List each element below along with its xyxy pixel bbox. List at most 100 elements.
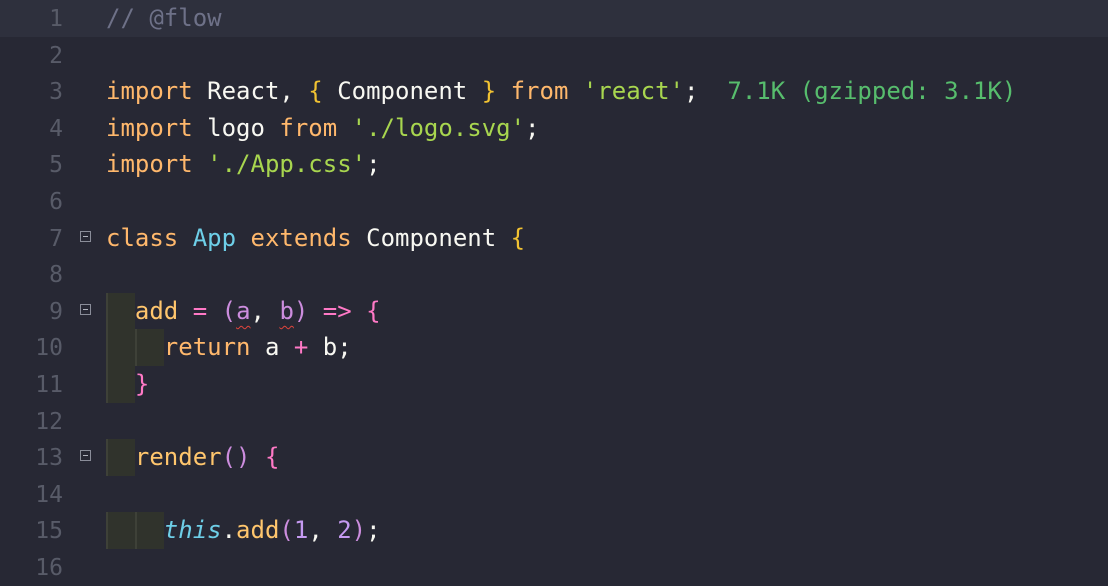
code-token: { xyxy=(264,443,280,472)
code-token: from xyxy=(279,113,338,142)
code-token: class xyxy=(106,223,179,252)
line-number: 7 xyxy=(49,225,63,252)
lint-warning-token: b xyxy=(279,296,294,325)
code-token: ) xyxy=(351,516,367,545)
code-line[interactable]: 11 } xyxy=(0,366,1108,403)
fold-toggle-icon[interactable] xyxy=(80,230,91,242)
code-token: from xyxy=(510,77,569,106)
code-token: this xyxy=(163,516,222,545)
code-text[interactable]: return a + b; xyxy=(106,331,352,364)
code-token: , xyxy=(250,296,280,325)
line-number: 8 xyxy=(49,262,63,289)
code-token: ; xyxy=(366,516,381,545)
code-token: 1 xyxy=(293,516,309,545)
fold-toggle-icon[interactable] xyxy=(80,303,91,315)
code-token: + xyxy=(293,333,309,362)
code-editor[interactable]: 1 // @flow 2 3 import React, { Component } f… xyxy=(0,0,1108,586)
code-token: { xyxy=(308,77,323,106)
code-line[interactable]: 9 add = (a, b) => { xyxy=(0,292,1108,330)
line-number: 9 xyxy=(49,298,63,325)
code-token: Component xyxy=(322,77,482,106)
code-token: add xyxy=(236,516,280,545)
code-token: 7.1K (gzipped: 3.1K) xyxy=(727,77,1017,106)
code-line[interactable]: 15 this.add(1, 2); xyxy=(0,512,1108,550)
code-token: ( xyxy=(221,296,237,325)
code-token: ; xyxy=(366,150,381,179)
code-token: render xyxy=(134,443,222,472)
code-line[interactable]: 4 import logo from './logo.svg'; xyxy=(0,110,1108,147)
code-line[interactable]: 12 xyxy=(0,403,1108,440)
code-token: 'react' xyxy=(582,77,685,106)
code-token: logo xyxy=(192,113,280,142)
code-token: } xyxy=(134,370,150,398)
code-text[interactable]: } xyxy=(106,368,149,401)
code-token: ) xyxy=(293,296,309,325)
line-number: 11 xyxy=(35,372,63,398)
line-number: 14 xyxy=(35,481,63,508)
code-token: App xyxy=(192,223,237,252)
line-number: 3 xyxy=(49,79,63,106)
code-token: , xyxy=(308,516,338,545)
code-token: . xyxy=(221,516,237,545)
line-number: 10 xyxy=(35,335,63,362)
code-token: ; xyxy=(684,77,728,106)
code-text[interactable]: this.add(1, 2); xyxy=(106,514,381,547)
line-number: 2 xyxy=(49,42,63,69)
fold-toggle-icon[interactable] xyxy=(80,450,91,462)
line-number: 15 xyxy=(35,518,63,545)
code-text[interactable]: class App extends Component { xyxy=(106,222,525,255)
code-line[interactable]: 6 xyxy=(0,183,1108,220)
code-line[interactable]: 5 import './App.css'; xyxy=(0,146,1108,183)
code-line[interactable]: 2 xyxy=(0,37,1108,74)
line-number: 16 xyxy=(35,555,63,581)
code-token: a xyxy=(250,333,294,362)
line-number: 1 xyxy=(49,6,63,32)
code-line[interactable]: 3 import React, { Component } from 'react… xyxy=(0,73,1108,110)
code-token: import xyxy=(106,113,193,142)
code-text[interactable]: import logo from './logo.svg'; xyxy=(106,112,540,145)
code-text[interactable]: import './App.css'; xyxy=(106,148,381,181)
code-token: extends xyxy=(250,223,352,252)
code-line[interactable]: 7 class App extends Component { xyxy=(0,220,1108,257)
line-number: 4 xyxy=(49,115,63,142)
code-line[interactable]: 10 return a + b; xyxy=(0,329,1108,367)
lint-warning-token: a xyxy=(236,296,251,325)
line-number: 12 xyxy=(35,408,63,435)
code-token: => xyxy=(308,296,367,325)
code-token: b; xyxy=(308,333,352,362)
code-token: add xyxy=(134,296,179,325)
code-token: './App.css' xyxy=(207,150,367,179)
line-number: 13 xyxy=(35,445,63,472)
code-text[interactable]: // @flow xyxy=(106,2,222,35)
code-token: Component xyxy=(351,223,511,252)
code-line[interactable]: 1 // @flow xyxy=(0,0,1108,37)
code-text[interactable]: import React, { Component } from 'react'… xyxy=(106,75,1016,108)
code-token: { xyxy=(510,223,526,252)
code-token: // @flow xyxy=(106,4,222,32)
line-number: 6 xyxy=(49,189,63,215)
code-line[interactable]: 14 xyxy=(0,476,1108,513)
code-token: import xyxy=(106,77,193,106)
code-line[interactable]: 13 render() { xyxy=(0,439,1108,477)
code-token: ( xyxy=(279,516,294,545)
code-text[interactable]: add = (a, b) => { xyxy=(106,295,381,328)
code-token: React, xyxy=(192,77,309,106)
line-number: 5 xyxy=(49,152,63,179)
code-line[interactable]: 8 xyxy=(0,256,1108,293)
code-token: { xyxy=(366,296,381,325)
code-line[interactable]: 16 xyxy=(0,549,1108,586)
code-token: } xyxy=(481,77,497,106)
code-text[interactable]: render() { xyxy=(106,441,280,474)
